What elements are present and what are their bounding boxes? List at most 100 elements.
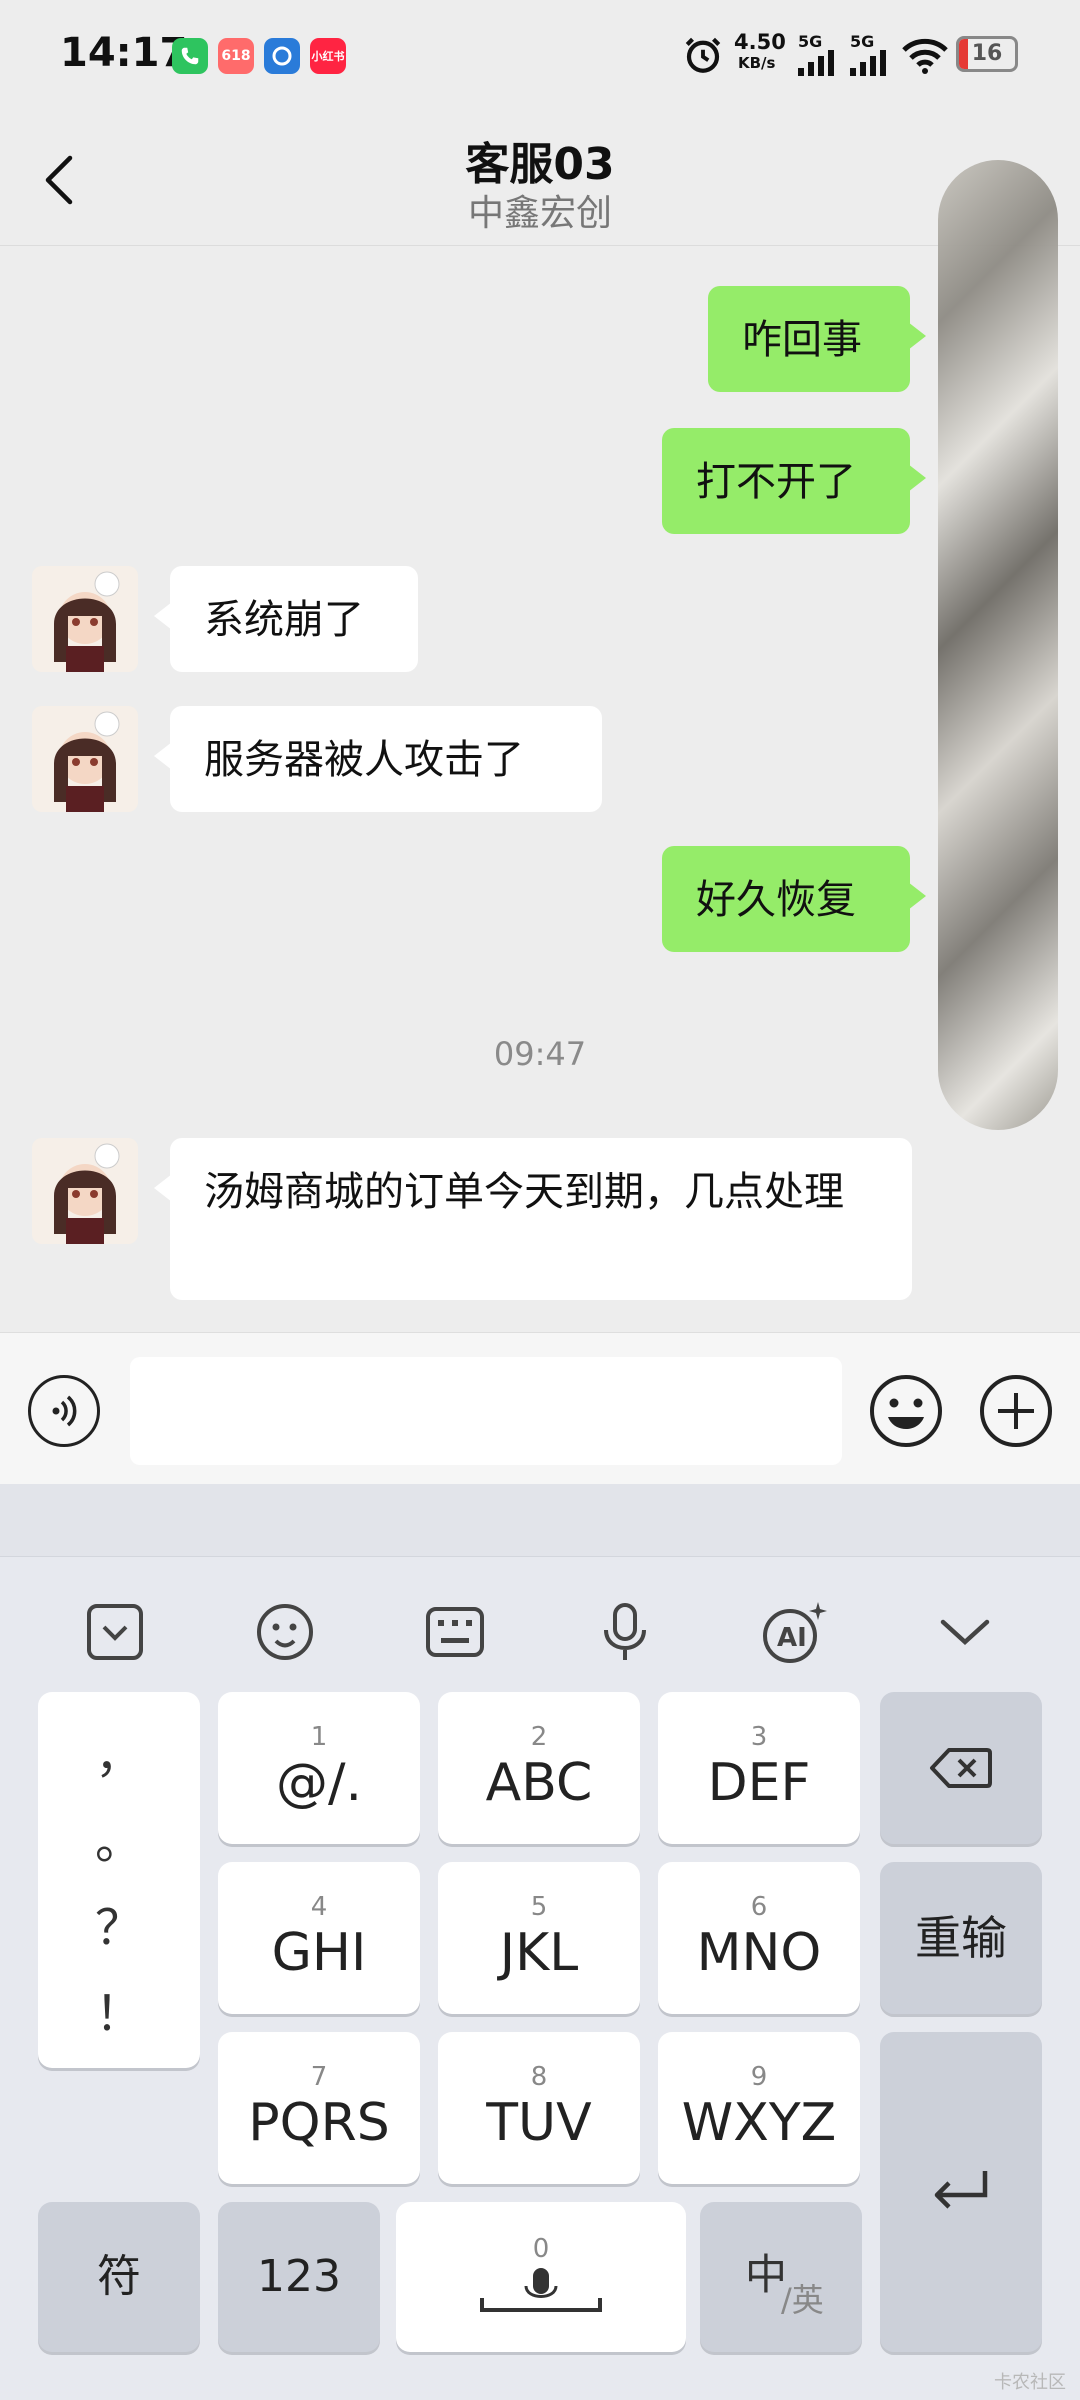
key-number: 8 bbox=[530, 2062, 548, 2092]
space-number: 0 bbox=[532, 2234, 550, 2264]
phone-app-icon bbox=[172, 38, 208, 74]
keyboard-icon[interactable] bbox=[420, 1597, 490, 1667]
candidate-bar bbox=[0, 1484, 1080, 1556]
message-text: 汤姆商城的订单今天到期，几点处理 bbox=[204, 1169, 844, 1215]
chat-header: 客服03 中鑫宏创 bbox=[0, 110, 1080, 246]
chat-subtitle: 中鑫宏创 bbox=[467, 193, 612, 234]
message-text: 系统崩了 bbox=[204, 597, 364, 643]
message-text: 咋回事 bbox=[742, 317, 862, 363]
input-bar bbox=[0, 1332, 1080, 1485]
enter-key[interactable] bbox=[880, 2032, 1042, 2352]
key-letters: MNO bbox=[696, 1923, 822, 1983]
key-1[interactable]: 1 @/. bbox=[218, 1692, 420, 1844]
comma-key[interactable]: ， bbox=[38, 1716, 200, 1786]
enter-icon bbox=[934, 2171, 988, 2209]
redaction-overlay bbox=[938, 160, 1058, 1130]
key-8[interactable]: 8 TUV bbox=[438, 2032, 640, 2184]
key-number: 2 bbox=[530, 1722, 548, 1752]
backspace-icon bbox=[930, 1748, 992, 1788]
key-number: 7 bbox=[310, 2062, 328, 2092]
symbols-key[interactable]: 符 bbox=[38, 2202, 200, 2352]
key-7[interactable]: 7 PQRS bbox=[218, 2032, 420, 2184]
lang-sub: /英 bbox=[781, 2281, 824, 2319]
message-text: 好久恢复 bbox=[696, 877, 856, 923]
punctuation-key[interactable]: ， 。 ？ ！ bbox=[38, 1692, 200, 2068]
key-number: 1 bbox=[310, 1722, 328, 1752]
key-letters: @/. bbox=[275, 1753, 363, 1813]
more-button[interactable] bbox=[978, 1373, 1054, 1449]
question-key[interactable]: ？ bbox=[38, 1888, 200, 1958]
hide-keyboard-icon[interactable] bbox=[930, 1597, 1000, 1667]
microphone-icon[interactable] bbox=[590, 1597, 660, 1667]
net-speed: 4.50 bbox=[734, 30, 786, 54]
keyboard: AI ， 。 ？ ！ 1 @/. 2 ABC 3 DEF 4 GHI 5 JKL… bbox=[0, 1484, 1080, 2400]
618-app-icon: 618 bbox=[218, 38, 254, 74]
message-bubble-sent[interactable]: 好久恢复 bbox=[662, 846, 926, 952]
key-letters: TUV bbox=[486, 2093, 592, 2153]
chat-title: 客服03 bbox=[465, 139, 615, 190]
message-text: 服务器被人攻击了 bbox=[204, 737, 524, 783]
status-time: 14:17 bbox=[60, 30, 188, 76]
key-letters: ABC bbox=[485, 1753, 593, 1813]
message-bubble-received[interactable]: 系统崩了 bbox=[154, 566, 418, 672]
message-input[interactable] bbox=[130, 1357, 842, 1465]
key-9[interactable]: 9 WXYZ bbox=[658, 2032, 860, 2184]
signal-icon bbox=[850, 50, 890, 80]
key-5[interactable]: 5 JKL bbox=[438, 1862, 640, 2014]
plus-circle-icon bbox=[980, 1375, 1052, 1447]
message-bubble-sent[interactable]: 咋回事 bbox=[708, 286, 926, 392]
key-letters: GHI bbox=[271, 1923, 367, 1983]
signal-icon bbox=[798, 50, 838, 80]
key-6[interactable]: 6 MNO bbox=[658, 1862, 860, 2014]
space-key[interactable]: 0 bbox=[396, 2202, 686, 2352]
message-timestamp: 09:47 bbox=[493, 1035, 587, 1073]
key-number: 3 bbox=[750, 1722, 768, 1752]
voice-button[interactable] bbox=[28, 1375, 100, 1447]
watermark: 卡农社区 bbox=[994, 2372, 1066, 2393]
wifi-icon bbox=[902, 38, 948, 78]
smiley-icon bbox=[870, 1375, 942, 1447]
key-letters: PQRS bbox=[248, 2093, 390, 2153]
key-2[interactable]: 2 ABC bbox=[438, 1692, 640, 1844]
space-mic-icon bbox=[480, 2268, 602, 2312]
message-bubble-received[interactable]: 汤姆商城的订单今天到期，几点处理 bbox=[154, 1138, 912, 1300]
keyboard-toolbar: AI bbox=[0, 1556, 1080, 1707]
battery-level: 16 bbox=[971, 41, 1003, 66]
message-bubble-received[interactable]: 服务器被人攻击了 bbox=[154, 706, 602, 812]
symbols-label: 符 bbox=[97, 2251, 141, 2302]
key-letters: DEF bbox=[707, 1753, 811, 1813]
browser-app-icon bbox=[264, 38, 300, 74]
avatar[interactable] bbox=[32, 566, 138, 672]
key-number: 9 bbox=[750, 2062, 768, 2092]
battery-icon: 16 bbox=[956, 36, 1018, 72]
voice-icon bbox=[52, 1395, 77, 1427]
exclamation-key[interactable]: ！ bbox=[38, 1974, 200, 2044]
backspace-key[interactable] bbox=[880, 1692, 1042, 1844]
key-number: 5 bbox=[530, 1892, 548, 1922]
key-letters: JKL bbox=[499, 1923, 579, 1983]
numbers-key[interactable]: 123 bbox=[218, 2202, 380, 2352]
numbers-label: 123 bbox=[257, 2251, 341, 2302]
collapse-box-icon[interactable] bbox=[80, 1597, 150, 1667]
key-letters: WXYZ bbox=[681, 2093, 837, 2153]
emoji-button[interactable] bbox=[868, 1373, 944, 1449]
alarm-icon bbox=[682, 34, 724, 80]
key-number: 4 bbox=[310, 1892, 328, 1922]
status-bar: 14:17 618 小红书 4.50 KB/s 5G 5G 16 bbox=[0, 0, 1080, 110]
key-3[interactable]: 3 DEF bbox=[658, 1692, 860, 1844]
svg-text:AI: AI bbox=[777, 1623, 807, 1653]
avatar[interactable] bbox=[32, 1138, 138, 1244]
emoji-keyboard-icon[interactable] bbox=[250, 1597, 320, 1667]
net-speed-unit: KB/s bbox=[738, 54, 776, 72]
reenter-label: 重输 bbox=[915, 1911, 1007, 1965]
message-bubble-sent[interactable]: 打不开了 bbox=[662, 428, 926, 534]
key-number: 6 bbox=[750, 1892, 768, 1922]
xiaohongshu-app-icon: 小红书 bbox=[310, 38, 346, 74]
avatar[interactable] bbox=[32, 706, 138, 812]
key-4[interactable]: 4 GHI bbox=[218, 1862, 420, 2014]
reenter-key[interactable]: 重输 bbox=[880, 1862, 1042, 2014]
ai-assistant-icon[interactable]: AI bbox=[760, 1597, 830, 1667]
period-key[interactable]: 。 bbox=[38, 1802, 200, 1872]
sim1-label: 5G bbox=[798, 32, 823, 51]
language-switch-key[interactable]: 中 /英 bbox=[700, 2202, 862, 2352]
